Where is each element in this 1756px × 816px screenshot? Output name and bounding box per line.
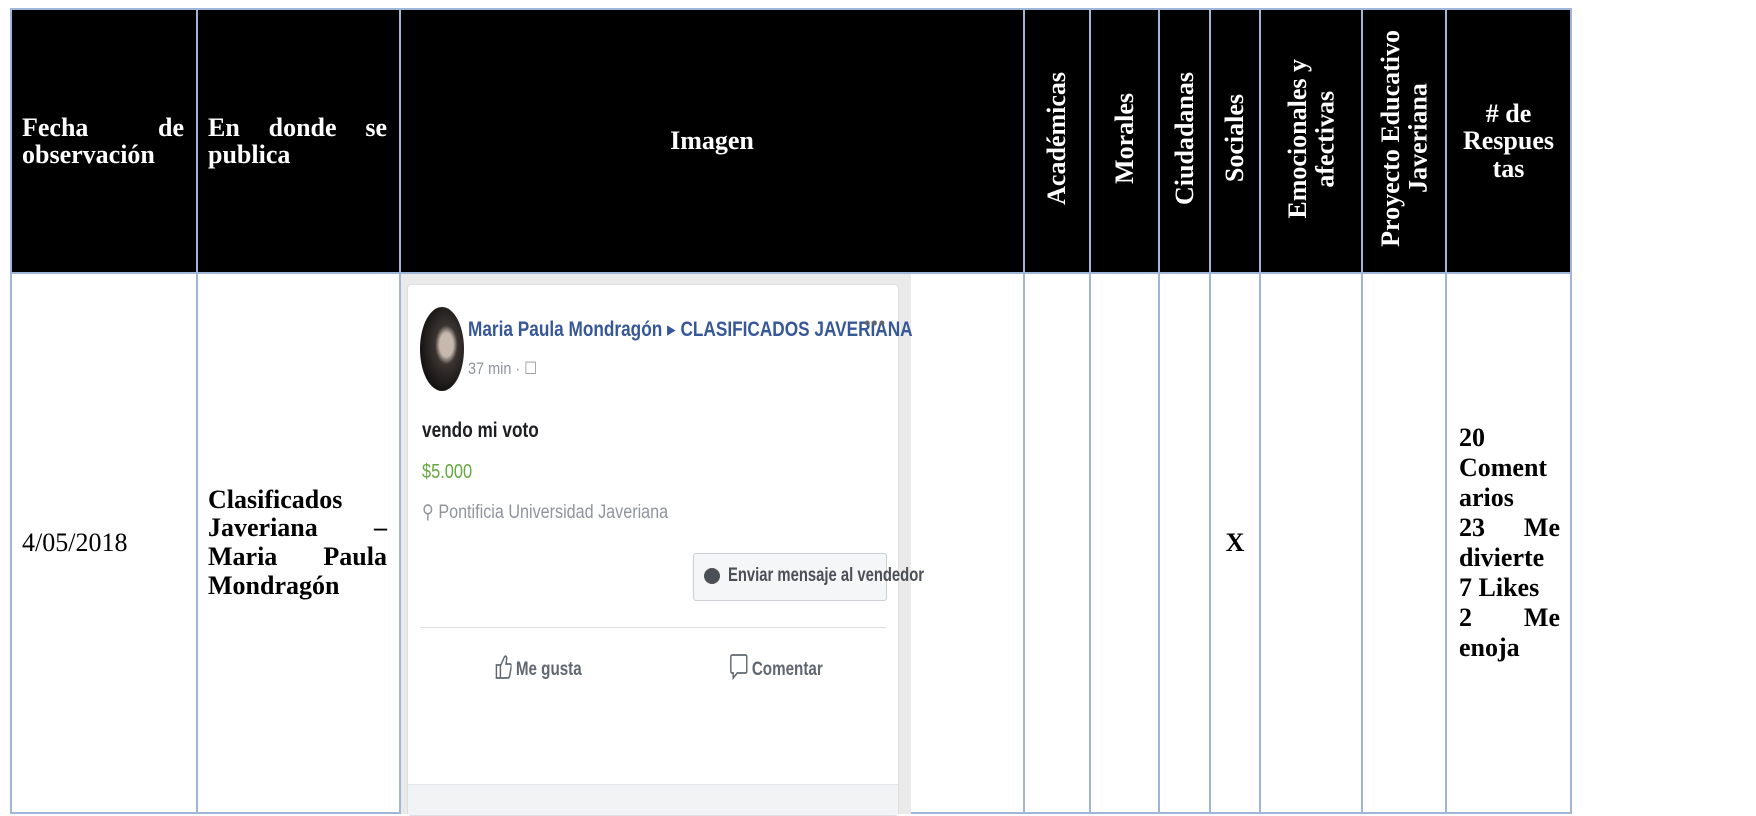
header-sociales: Sociales xyxy=(1209,8,1261,274)
post-title: vendo mi voto xyxy=(422,419,539,442)
header-imagen: Imagen xyxy=(399,8,1025,274)
header-fecha: Fecha de observación xyxy=(10,8,198,274)
header-row: Fecha de observación En donde se publica Im… xyxy=(10,8,1572,274)
post-card: Maria Paula Mondragón ▸ CLASIFICADOS JAV… xyxy=(407,284,924,816)
header-respuestas: # de Respues tas xyxy=(1445,8,1572,274)
cell-academicas xyxy=(1023,272,1091,814)
like-action: Me gusta xyxy=(494,651,582,681)
cell-sociales: X xyxy=(1209,272,1261,814)
cell-emocionales xyxy=(1259,272,1363,814)
avatar xyxy=(420,307,464,391)
cell-source: Clasificados Javeriana – Maria Paula Mondr… xyxy=(196,272,401,814)
post-price: $5.000 xyxy=(422,461,473,483)
comment-action: Comentar xyxy=(730,651,823,681)
header-emocionales: Emocionales y afectivas xyxy=(1259,8,1363,274)
header-donde: En donde se publica xyxy=(196,8,401,274)
cell-date: 4/05/2018 xyxy=(10,272,198,814)
data-row: 4/05/2018 Clasificados Javeriana – Maria P… xyxy=(10,272,1572,816)
comment-icon xyxy=(730,654,748,681)
cell-image: Maria Paula Mondragón ▸ CLASIFICADOS JAV… xyxy=(399,272,1025,816)
cell-morales xyxy=(1089,272,1160,814)
header-ciudadanas: Ciudadanas xyxy=(1158,8,1211,274)
divider xyxy=(420,627,886,628)
thumbs-up-icon xyxy=(495,655,512,679)
post-author: Maria Paula Mondragón ▸ CLASIFICADOS JAV… xyxy=(468,318,913,341)
header-morales: Morales xyxy=(1089,8,1160,274)
header-academicas: Académicas xyxy=(1023,8,1091,274)
messenger-icon xyxy=(704,568,720,584)
observation-table: Fecha de observación En donde se publica Im… xyxy=(10,8,1572,816)
post-location: ⚲ Pontificia Universidad Javeriana xyxy=(422,502,669,523)
cell-ciudadanas xyxy=(1158,272,1211,814)
cell-respuestas: 20 Coment arios 23 Me divierte 7 Likes 2M… xyxy=(1445,272,1572,814)
cell-proyecto xyxy=(1361,272,1447,814)
comment-strip xyxy=(408,784,898,815)
more-options-icon: ••• xyxy=(864,313,886,333)
message-seller-button: Enviar mensaje al vendedor xyxy=(693,553,924,601)
header-proyecto: Proyecto Educativo Javeriana xyxy=(1361,8,1447,274)
post-meta: 37 min · ☐ xyxy=(468,359,538,378)
facebook-post-screenshot: Maria Paula Mondragón ▸ CLASIFICADOS JAV… xyxy=(401,274,924,816)
